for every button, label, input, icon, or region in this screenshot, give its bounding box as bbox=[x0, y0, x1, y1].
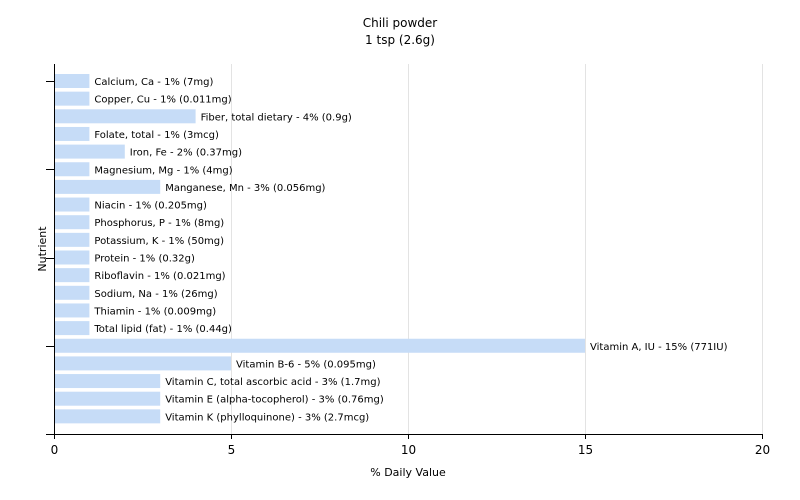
chart-subtitle: 1 tsp (2.6g) bbox=[365, 33, 435, 47]
bar bbox=[55, 338, 585, 353]
bars bbox=[55, 74, 585, 424]
bar-label: Protein - 1% (0.32g) bbox=[94, 254, 195, 265]
x-tick-label: 20 bbox=[755, 443, 770, 457]
bar bbox=[55, 74, 90, 88]
bar bbox=[55, 197, 90, 212]
chart-container: Calcium, Ca - 1% (7mg) Copper, Cu - 1% (0… bbox=[0, 0, 800, 500]
bar-label: Thiamin - 1% (0.009mg) bbox=[93, 306, 216, 317]
bar bbox=[55, 91, 90, 106]
bar-label: Folate, total - 1% (3mcg) bbox=[94, 130, 219, 141]
bar bbox=[55, 215, 90, 230]
bar bbox=[55, 250, 90, 265]
bar-label: Vitamin E (alpha-tocopherol) - 3% (0.76m… bbox=[165, 395, 384, 406]
bar-label: Magnesium, Mg - 1% (4mg) bbox=[94, 165, 232, 176]
bar bbox=[55, 321, 90, 336]
bar bbox=[55, 303, 90, 318]
bar-labels: Calcium, Ca - 1% (7mg) Copper, Cu - 1% (0… bbox=[93, 77, 727, 423]
bar bbox=[55, 356, 231, 371]
bar bbox=[55, 409, 161, 424]
x-tick-label: 5 bbox=[228, 443, 236, 457]
bar-label: Calcium, Ca - 1% (7mg) bbox=[94, 77, 213, 88]
bar-label: Sodium, Na - 1% (26mg) bbox=[94, 289, 217, 300]
bar bbox=[55, 162, 90, 177]
bar bbox=[55, 109, 196, 124]
bar-label: Manganese, Mn - 3% (0.056mg) bbox=[165, 183, 325, 194]
bar-chart: Calcium, Ca - 1% (7mg) Copper, Cu - 1% (0… bbox=[36, 16, 770, 479]
bar-label: Vitamin C, total ascorbic acid - 3% (1.7… bbox=[165, 377, 380, 388]
bar-label: Vitamin K (phylloquinone) - 3% (2.7mcg) bbox=[165, 412, 369, 423]
bar-label: Iron, Fe - 2% (0.37mg) bbox=[130, 148, 242, 159]
x-axis-label: % Daily Value bbox=[370, 466, 446, 479]
bar bbox=[55, 179, 161, 194]
bar bbox=[55, 285, 90, 300]
bar-label: Vitamin A, IU - 15% (771IU) bbox=[590, 342, 728, 353]
bar bbox=[55, 144, 125, 159]
bar-label: Riboflavin - 1% (0.021mg) bbox=[94, 271, 225, 282]
bar bbox=[55, 126, 90, 141]
bar-label: Phosphorus, P - 1% (8mg) bbox=[94, 218, 224, 229]
x-ticks: 0 5 10 15 20 bbox=[51, 434, 770, 457]
bar-label: Potassium, K - 1% (50mg) bbox=[94, 236, 224, 247]
x-tick-label: 10 bbox=[401, 443, 416, 457]
bar-label: Fiber, total dietary - 4% (0.9g) bbox=[201, 112, 352, 123]
x-tick-label: 15 bbox=[578, 443, 593, 457]
bar-label: Niacin - 1% (0.205mg) bbox=[94, 201, 207, 212]
bar bbox=[55, 232, 90, 247]
bar bbox=[55, 268, 90, 283]
x-tick-label: 0 bbox=[51, 443, 59, 457]
y-axis-label: Nutrient bbox=[36, 226, 49, 272]
chart-title: Chili powder bbox=[363, 16, 438, 30]
bar bbox=[55, 391, 161, 406]
bar-label: Vitamin B-6 - 5% (0.095mg) bbox=[236, 359, 376, 370]
bar-label: Copper, Cu - 1% (0.011mg) bbox=[94, 95, 231, 106]
bar-label: Total lipid (fat) - 1% (0.44g) bbox=[93, 324, 232, 335]
bar bbox=[55, 374, 161, 389]
